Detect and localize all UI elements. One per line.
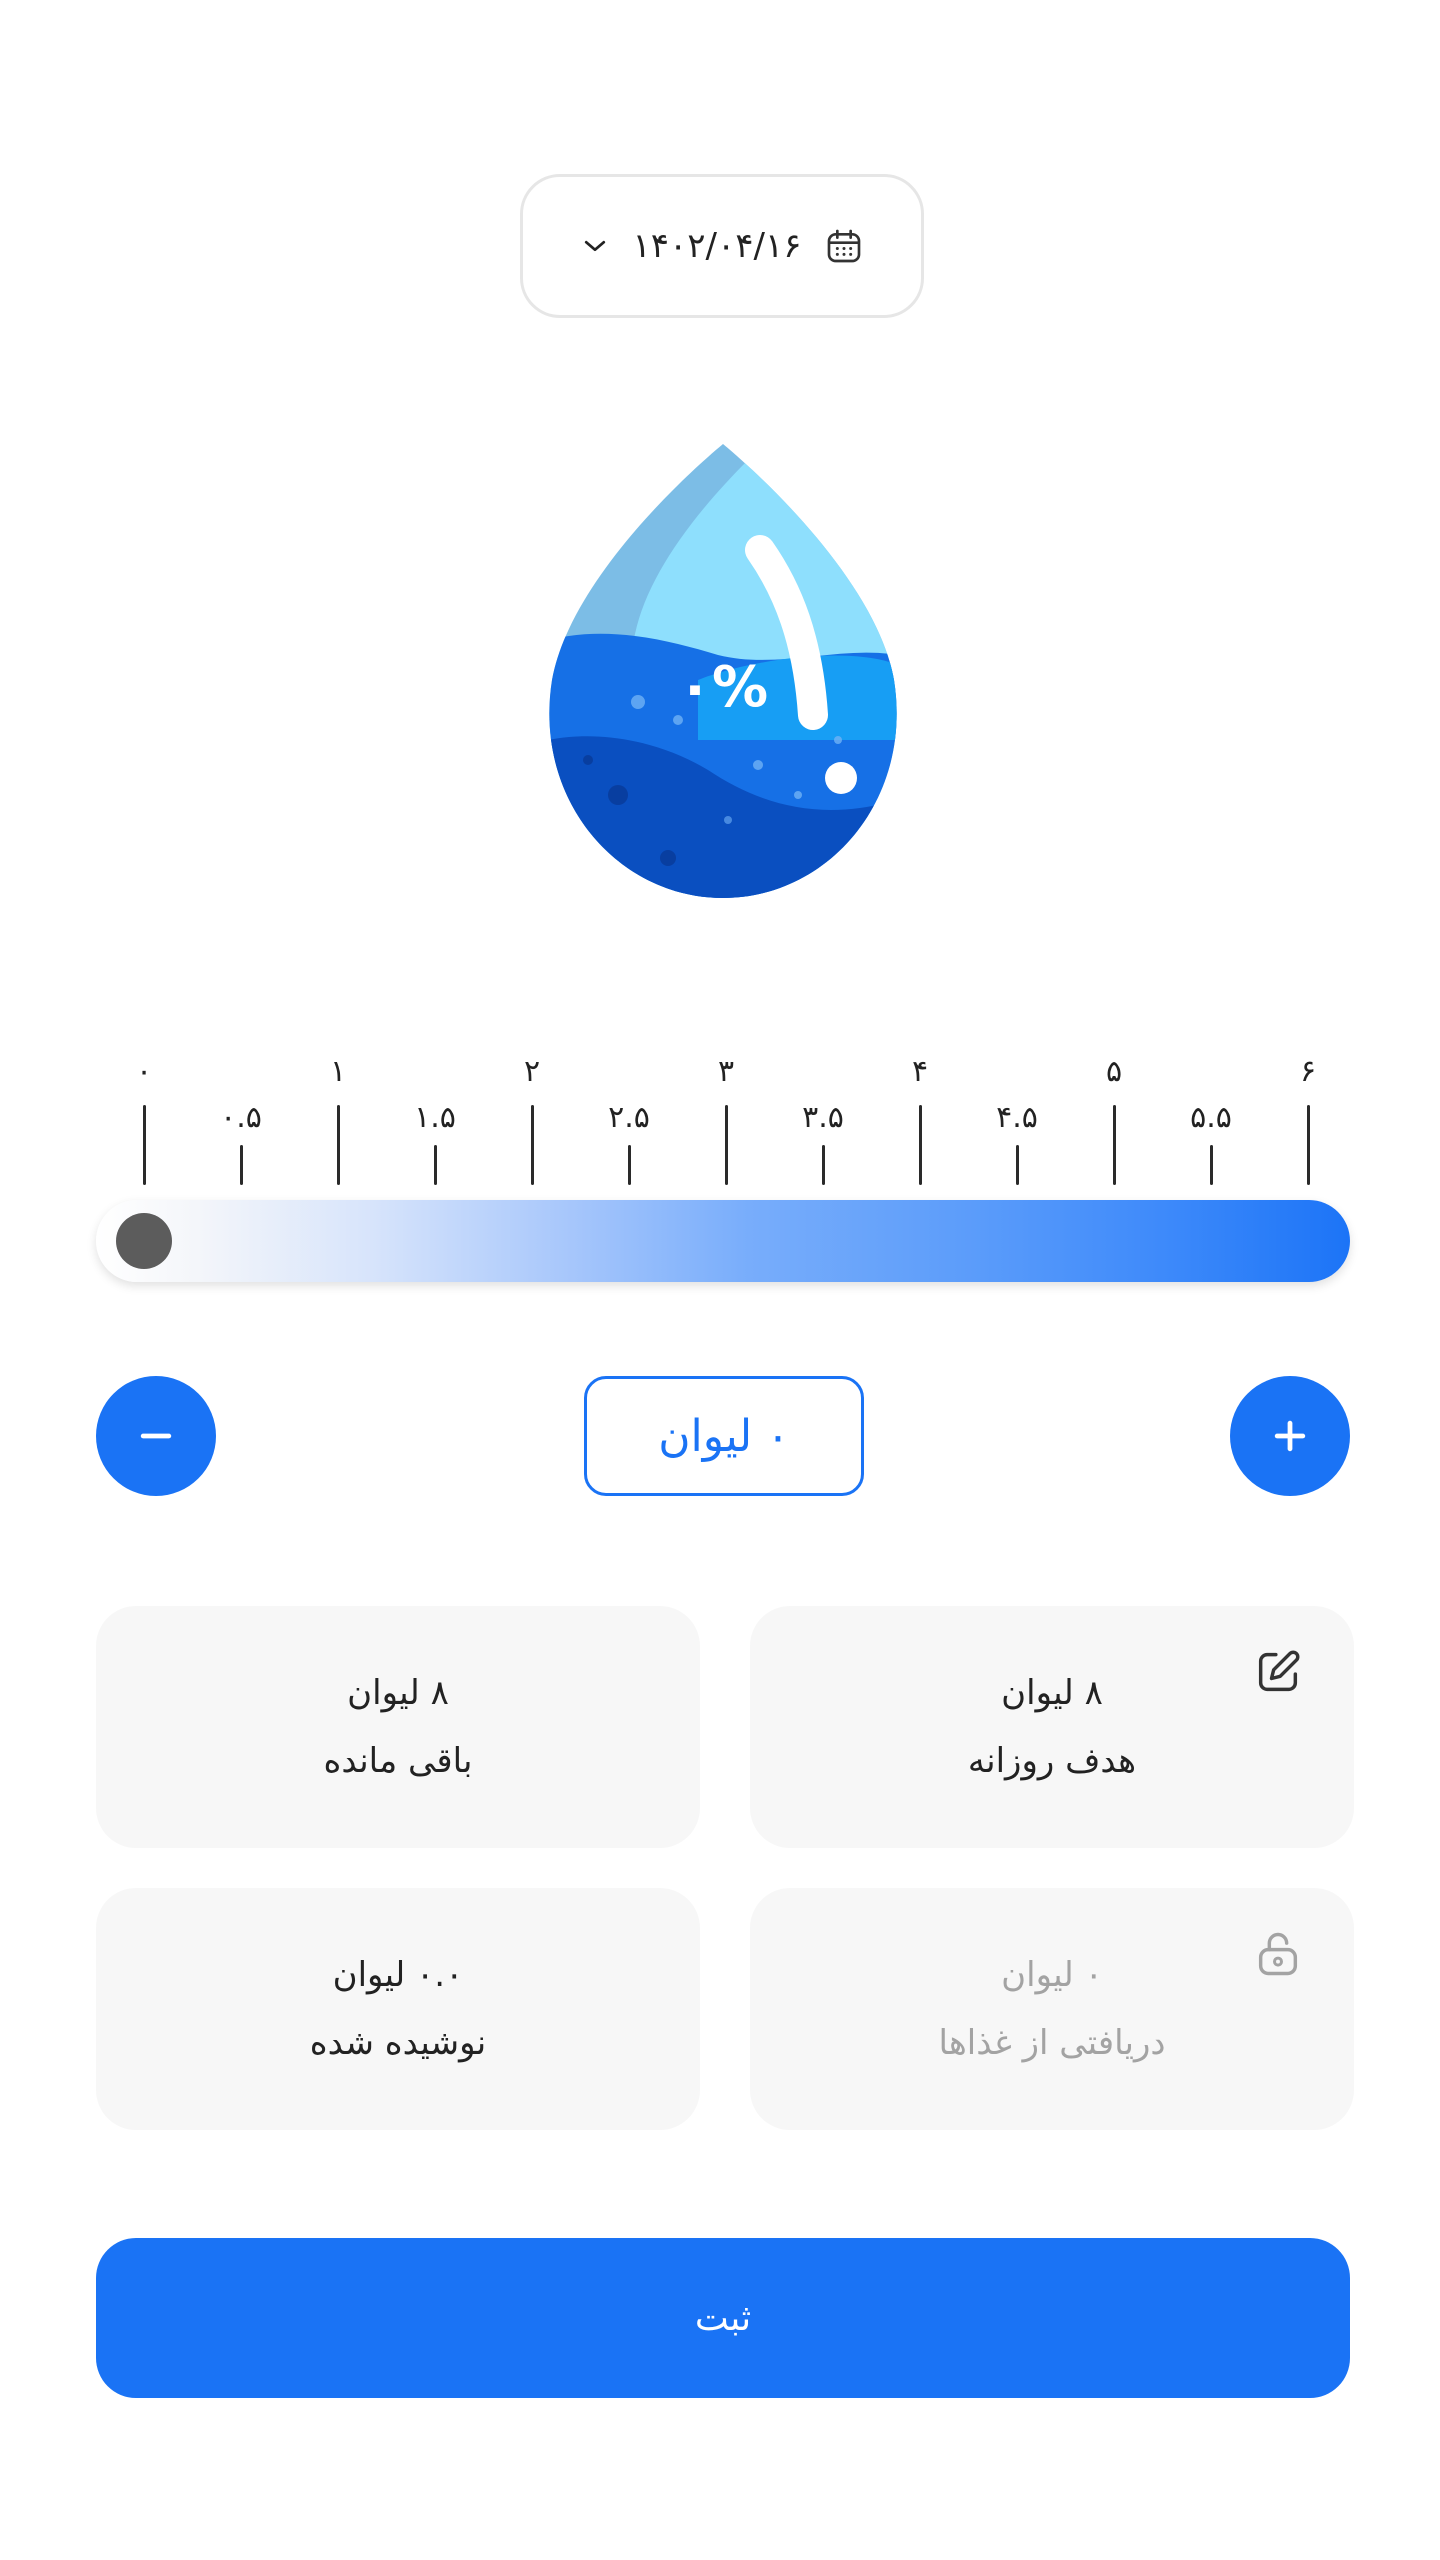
ruler-tick-label: ۰.۵ xyxy=(220,1100,262,1135)
minus-icon xyxy=(140,1433,172,1439)
drunk-card: ۰.۰ لیوان نوشیده شده xyxy=(96,1888,700,2130)
ruler-tick-label: ۱ xyxy=(329,1054,347,1089)
chevron-down-icon xyxy=(580,231,610,261)
ruler-tick-label: ۱.۵ xyxy=(414,1100,456,1135)
decrease-button[interactable] xyxy=(96,1376,216,1496)
ruler-tick xyxy=(821,1145,825,1185)
water-tracker-screen: ۱۴۰۲/۰۴/۱۶ ۰% ۰ ۰.۵ ۱ ۱.۵ ۲ ۲.۵ ۳ ۳.۵ ۴ … xyxy=(0,0,1440,2560)
drunk-label: نوشیده شده xyxy=(309,2023,487,2063)
ruler-tick xyxy=(336,1105,340,1185)
ruler-tick xyxy=(433,1145,437,1185)
ruler-tick-label: ۳ xyxy=(717,1054,735,1089)
ruler-tick-label: ۵ xyxy=(1105,1054,1123,1089)
daily-goal-label: هدف روزانه xyxy=(967,1741,1137,1781)
ruler-tick xyxy=(1209,1145,1213,1185)
ruler-tick xyxy=(724,1105,728,1185)
ruler-tick-label: ۵.۵ xyxy=(1190,1100,1232,1135)
ruler-tick xyxy=(627,1145,631,1185)
ruler-tick xyxy=(239,1145,243,1185)
submit-button[interactable]: ثبت xyxy=(96,2238,1350,2398)
ruler-tick xyxy=(918,1105,922,1185)
drunk-value: ۰.۰ لیوان xyxy=(332,1955,464,1995)
ruler-tick-label: ۰ xyxy=(135,1054,153,1089)
ruler-tick xyxy=(1306,1105,1310,1185)
plus-icon xyxy=(1274,1420,1306,1452)
drop-percent-label: ۰% xyxy=(677,655,769,720)
lock-icon xyxy=(1252,1928,1304,1980)
daily-goal-card: ۸ لیوان هدف روزانه xyxy=(750,1606,1354,1848)
selected-date: ۱۴۰۲/۰۴/۱۶ xyxy=(632,226,802,266)
ruler-tick-label: ۲.۵ xyxy=(608,1100,650,1135)
glass-ruler: ۰ ۰.۵ ۱ ۱.۵ ۲ ۲.۵ ۳ ۳.۵ ۴ ۴.۵ ۵ ۵.۵ ۶ xyxy=(96,1050,1346,1185)
remaining-card: ۸ لیوان باقی مانده xyxy=(96,1606,700,1848)
edit-icon[interactable] xyxy=(1252,1646,1304,1698)
water-slider-thumb[interactable] xyxy=(116,1213,172,1269)
from-food-label: دریافتی از غذاها xyxy=(938,2023,1166,2063)
glass-count-display: ۰ لیوان xyxy=(584,1376,864,1496)
ruler-tick-label: ۲ xyxy=(523,1054,541,1089)
date-picker[interactable]: ۱۴۰۲/۰۴/۱۶ xyxy=(520,174,924,318)
ruler-tick xyxy=(1112,1105,1116,1185)
ruler-tick-label: ۴ xyxy=(911,1054,929,1089)
ruler-tick-label: ۶ xyxy=(1299,1054,1317,1089)
from-food-value: ۰ لیوان xyxy=(1001,1955,1103,1995)
calendar-icon xyxy=(824,226,864,266)
ruler-tick-label: ۴.۵ xyxy=(996,1100,1038,1135)
from-food-card: ۰ لیوان دریافتی از غذاها xyxy=(750,1888,1354,2130)
remaining-label: باقی مانده xyxy=(323,1741,473,1781)
ruler-tick xyxy=(530,1105,534,1185)
ruler-tick xyxy=(142,1105,146,1185)
water-drop-graphic: ۰% xyxy=(548,440,898,902)
increase-button[interactable] xyxy=(1230,1376,1350,1496)
ruler-tick-label: ۳.۵ xyxy=(802,1100,844,1135)
water-slider-track[interactable] xyxy=(96,1200,1350,1282)
daily-goal-value: ۸ لیوان xyxy=(1001,1673,1103,1713)
remaining-value: ۸ لیوان xyxy=(347,1673,449,1713)
ruler-tick xyxy=(1015,1145,1019,1185)
